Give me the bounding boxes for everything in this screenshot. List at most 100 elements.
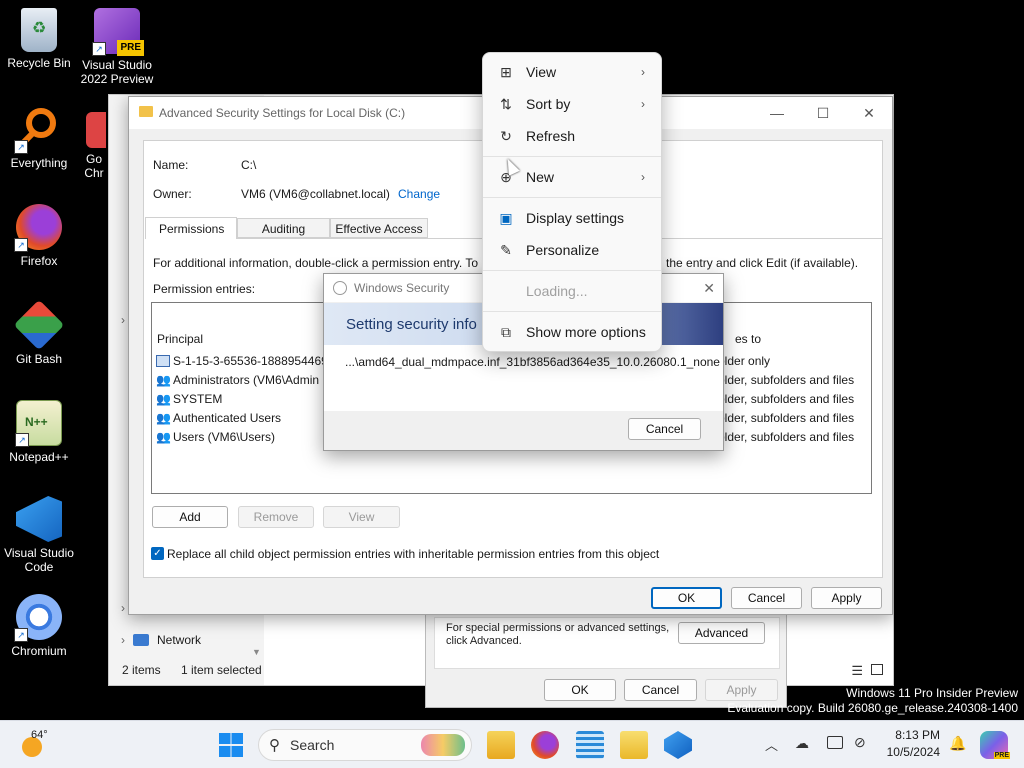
view-button[interactable]: View [323, 506, 400, 528]
menu-item-view[interactable]: ⊞ View › [487, 57, 659, 87]
chevron-right-icon: › [641, 97, 645, 111]
column-principal[interactable]: Principal [157, 332, 203, 346]
start-button-windows-icon[interactable] [219, 733, 243, 757]
firefox-taskbar-icon[interactable] [531, 731, 559, 759]
desktop-icon-chromium[interactable]: ↗ Chromium [0, 594, 78, 658]
nav-expand-chevron-icon[interactable]: › [121, 601, 125, 615]
cancel-button[interactable]: Cancel [731, 587, 802, 609]
firefox-icon: ↗ [14, 204, 62, 252]
more-options-icon: ⧉ [501, 323, 511, 340]
minimize-button[interactable]: — [754, 97, 800, 129]
menu-separator [483, 311, 661, 312]
refresh-icon: ↻ [500, 127, 512, 144]
replace-child-permissions-checkbox[interactable]: ✓ [151, 547, 164, 560]
menu-item-refresh[interactable]: ↻ Refresh [487, 121, 659, 151]
notepadpp-icon: N++ ↗ [15, 400, 62, 447]
menu-item-personalize[interactable]: ✎ Personalize [487, 235, 659, 265]
file-explorer-taskbar-icon[interactable] [487, 731, 515, 759]
folder-taskbar-icon[interactable] [620, 731, 648, 759]
close-button[interactable]: ✕ [846, 97, 892, 129]
nav-item-network[interactable]: › Network [121, 633, 201, 647]
desktop-icon-notepadpp[interactable]: N++ ↗ Notepad++ [0, 400, 78, 464]
maximize-button[interactable]: ☐ [800, 97, 846, 129]
menu-item-show-more-options[interactable]: ⧉ Show more options [487, 317, 659, 347]
search-icon: ⚲ [269, 737, 280, 754]
chromium-icon: ↗ [14, 594, 62, 642]
magnifier-icon: ↗ [14, 106, 62, 154]
visual-studio-icon: PRE ↗ [92, 8, 144, 56]
properties-ok-button[interactable]: OK [544, 679, 616, 701]
notepad-taskbar-icon[interactable] [576, 731, 604, 759]
users-group-icon: 👥 [156, 392, 171, 406]
display-icon: ▣ [499, 209, 513, 226]
desktop-icon-partial[interactable]: Go Chr [84, 112, 108, 180]
desktop-icon-recycle-bin[interactable]: ♻ Recycle Bin [0, 8, 78, 70]
progress-heading: Setting security info [346, 316, 477, 333]
system-clock[interactable]: 8:13 PM 10/5/2024 [880, 727, 940, 761]
clock-date: 10/5/2024 [886, 745, 940, 759]
screen-capture-icon[interactable] [827, 736, 843, 749]
tiles-view-icon[interactable] [871, 664, 883, 675]
change-owner-link[interactable]: Change [398, 187, 440, 201]
desktop-icon-everything[interactable]: ↗ Everything [0, 106, 78, 170]
users-group-icon: 👥 [156, 373, 171, 387]
remove-button[interactable]: Remove [238, 506, 314, 528]
menu-item-loading: Loading... [526, 283, 588, 299]
details-view-icon[interactable]: ☰ [851, 663, 863, 679]
tab-permissions[interactable]: Permissions [145, 217, 237, 239]
shortcut-arrow-icon: ↗ [92, 42, 106, 56]
recycle-bin-icon: ♻ [21, 8, 57, 52]
taskbar-search-box[interactable]: ⚲ Search [258, 729, 472, 761]
tab-effective-access[interactable]: Effective Access [330, 218, 428, 238]
sort-icon: ⇅ [500, 95, 512, 112]
desktop-icon-firefox[interactable]: ↗ Firefox [0, 204, 78, 268]
properties-apply-button[interactable]: Apply [705, 679, 778, 701]
grid-icon: ⊞ [500, 63, 512, 80]
tab-auditing[interactable]: Auditing [237, 218, 330, 238]
desktop-context-menu: ⊞ View › ⇅ Sort by › ↻ Refresh ⊕ New › ▣… [482, 52, 662, 352]
clock-time: 8:13 PM [895, 728, 940, 742]
desktop-icon-vscode[interactable]: Visual Studio Code [0, 496, 78, 574]
desktop-icon-visual-studio-2022[interactable]: PRE ↗ Visual Studio 2022 Preview [78, 8, 156, 86]
scroll-down-arrow-icon[interactable]: ▼ [252, 647, 261, 657]
network-icon [133, 634, 149, 646]
notification-bell-icon[interactable]: 🔔 [949, 735, 966, 752]
folder-icon [139, 106, 153, 117]
menu-separator [483, 197, 661, 198]
local-disk-properties-dialog: For special permissions or advanced sett… [425, 614, 787, 708]
security-panel: For special permissions or advanced sett… [434, 617, 780, 669]
nav-expand-chevron-icon[interactable]: › [121, 313, 125, 327]
clock-icon [333, 281, 347, 295]
add-button[interactable]: Add [152, 506, 228, 528]
cancel-button[interactable]: Cancel [628, 418, 701, 440]
progress-panel: ...\amd64_dual_mdmpace.inf_31bf3856ad364… [324, 345, 723, 411]
weather-widget[interactable]: 64° [18, 729, 68, 761]
show-hidden-icons-chevron-icon[interactable]: ︿ [765, 735, 778, 754]
brush-icon: ✎ [500, 241, 512, 258]
azure-data-taskbar-icon[interactable] [664, 731, 692, 759]
menu-item-sort-by[interactable]: ⇅ Sort by › [487, 89, 659, 119]
object-name: C:\ [241, 158, 257, 172]
users-group-icon: 👥 [156, 430, 171, 444]
apply-button[interactable]: Apply [811, 587, 882, 609]
desktop-icon-git-bash[interactable]: Git Bash [0, 299, 78, 366]
properties-cancel-button[interactable]: Cancel [624, 679, 697, 701]
replace-child-permissions-label[interactable]: Replace all child object permission entr… [167, 547, 659, 561]
shortcut-arrow-icon: ↗ [15, 433, 29, 447]
advanced-button[interactable]: Advanced [678, 622, 765, 644]
capability-sid-icon [156, 355, 170, 367]
onedrive-offline-icon[interactable]: ☁ [795, 735, 809, 752]
chevron-right-icon: › [121, 633, 125, 647]
copilot-preview-icon[interactable]: PRE [980, 731, 1010, 759]
column-applies-to[interactable]: es to [735, 332, 761, 346]
close-button[interactable]: ✕ [703, 280, 715, 297]
owner-value: VM6 (VM6@collabnet.local) [241, 187, 390, 201]
shortcut-arrow-icon: ↗ [14, 238, 28, 252]
chevron-right-icon: › [641, 170, 645, 184]
menu-item-display-settings[interactable]: ▣ Display settings [487, 203, 659, 233]
chrome-partial-icon [86, 112, 106, 148]
chevron-right-icon: › [641, 65, 645, 79]
network-offline-icon[interactable]: ⊘ [854, 734, 866, 751]
watermark-edition: Windows 11 Pro Insider Preview [846, 686, 1018, 700]
ok-button[interactable]: OK [651, 587, 722, 609]
